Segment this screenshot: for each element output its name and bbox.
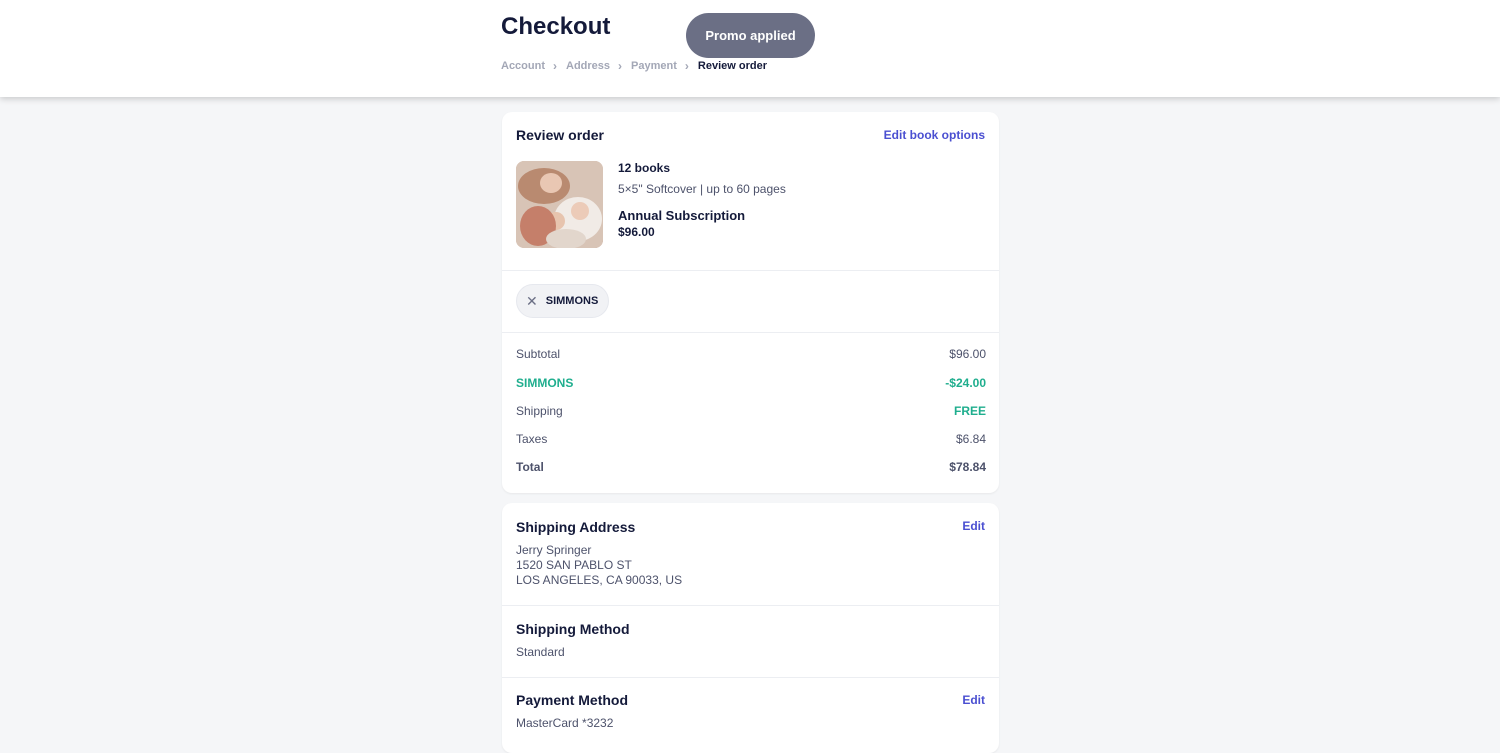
shipping-row: Shipping FREE — [516, 404, 986, 418]
promo-applied-toast: Promo applied — [686, 13, 815, 58]
breadcrumb-address[interactable]: Address — [566, 60, 610, 72]
discount-label: SIMMONS — [516, 376, 574, 390]
divider — [502, 677, 999, 678]
chevron-right-icon: › — [553, 59, 557, 73]
book-description: 5×5" Softcover | up to 60 pages — [618, 182, 786, 196]
discount-value: -$24.00 — [945, 376, 986, 390]
chevron-right-icon: › — [618, 59, 623, 73]
address-name: Jerry Springer — [516, 543, 592, 557]
promo-code-chip: ✕ SIMMONS — [516, 284, 609, 318]
shipping-address-title: Shipping Address — [516, 519, 636, 535]
shipping-method-title: Shipping Method — [516, 621, 630, 637]
book-thumbnail — [516, 161, 603, 248]
subtotal-value: $96.00 — [949, 347, 986, 361]
subscription-plan: Annual Subscription — [618, 208, 746, 223]
edit-payment-method-link[interactable]: Edit — [962, 693, 985, 707]
discount-row: SIMMONS -$24.00 — [516, 376, 986, 390]
taxes-value: $6.84 — [955, 432, 986, 446]
breadcrumb-account[interactable]: Account — [501, 60, 545, 72]
breadcrumb-review-order: Review order — [697, 60, 767, 72]
edit-shipping-address-link[interactable]: Edit — [962, 519, 985, 533]
checkout-header: Checkout Promo applied Account › Address… — [0, 0, 1500, 97]
total-row: Total $78.84 — [516, 460, 986, 474]
address-street: 1520 SAN PABLO ST — [516, 558, 632, 572]
order-details-card: Shipping Address Edit Jerry Springer 152… — [502, 503, 999, 753]
total-value: $78.84 — [949, 460, 986, 474]
review-order-card: Review order Edit book options 12 books … — [502, 112, 999, 493]
photo-image — [516, 161, 603, 248]
subtotal-label: Subtotal — [516, 347, 561, 361]
promo-code-label: SIMMONS — [545, 295, 599, 307]
breadcrumb-payment[interactable]: Payment — [631, 60, 677, 72]
close-icon[interactable]: ✕ — [526, 293, 538, 310]
total-label: Total — [516, 460, 544, 474]
review-order-title: Review order — [516, 127, 604, 143]
payment-method-title: Payment Method — [516, 692, 629, 708]
breadcrumb: Account › Address › Payment › Review ord… — [501, 59, 767, 73]
divider — [502, 270, 999, 271]
address-city: LOS ANGELES, CA 90033, US — [516, 573, 683, 587]
divider — [502, 605, 999, 606]
page-title: Checkout — [501, 13, 611, 40]
edit-book-options-link[interactable]: Edit book options — [884, 128, 985, 142]
chevron-right-icon: › — [684, 59, 689, 73]
shipping-label: Shipping — [516, 404, 563, 418]
shipping-value: FREE — [953, 404, 986, 418]
taxes-label: Taxes — [516, 432, 548, 446]
book-quantity: 12 books — [618, 161, 671, 175]
product-price: $96.00 — [618, 225, 655, 239]
shipping-method-value: Standard — [516, 645, 565, 659]
taxes-row: Taxes $6.84 — [516, 432, 986, 446]
divider — [502, 332, 999, 333]
subtotal-row: Subtotal $96.00 — [516, 347, 986, 361]
payment-method-value: MasterCard *3232 — [516, 716, 614, 730]
